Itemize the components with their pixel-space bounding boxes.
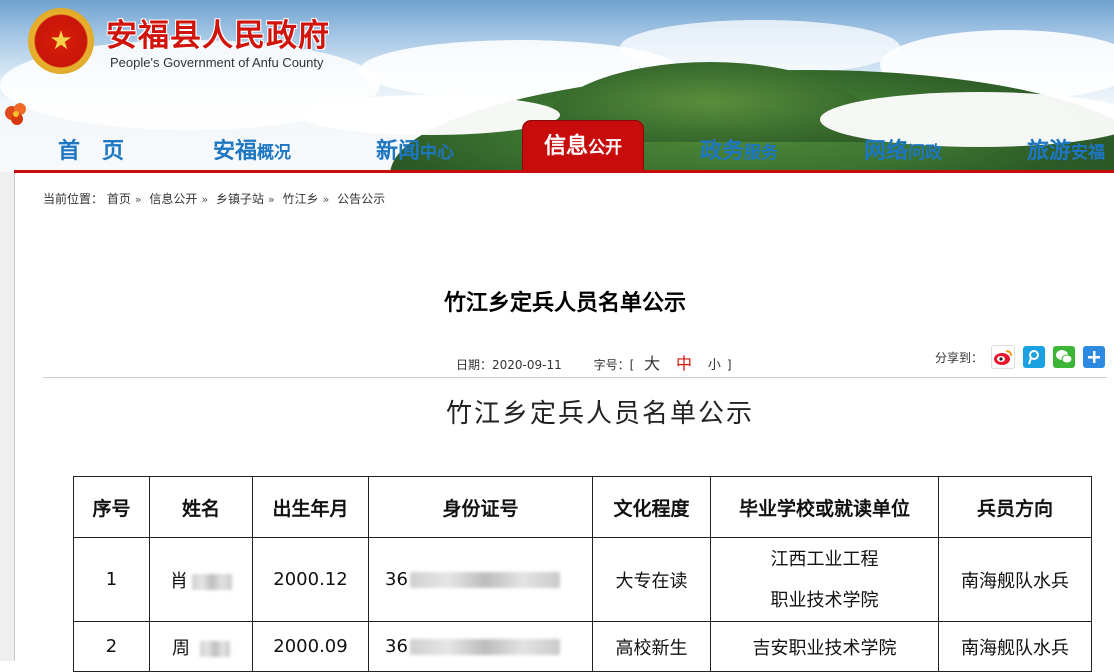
id-cell: 36 xyxy=(368,621,593,672)
breadcrumb-label: 当前位置： xyxy=(43,192,104,206)
redacted-id xyxy=(409,572,560,588)
publish-date: 2020-09-11 xyxy=(492,358,562,372)
roster-table: 序号 姓名 出生年月 身份证号 文化程度 毕业学校或就读单位 兵员方向 1 肖 … xyxy=(73,476,1092,672)
breadcrumb-home[interactable]: 首页 xyxy=(107,192,131,206)
article-title: 竹江乡定兵人员名单公示 xyxy=(443,291,686,316)
share-bar: 分享到： xyxy=(935,345,1106,369)
font-size-bracket-open: [ xyxy=(629,358,635,372)
nav-home[interactable]: 首 页 xyxy=(58,132,124,172)
tencent-weibo-icon[interactable] xyxy=(1023,346,1046,368)
nav-news-center[interactable]: 新闻中心 xyxy=(376,132,454,172)
name-cell: 肖 xyxy=(149,537,253,622)
font-size-bracket-close: ] xyxy=(726,358,732,372)
table-row: 2 周 2000.09 36 高校新生 吉安职业技术学院 南海舰队水兵 xyxy=(73,621,1092,672)
direction: 南海舰队水兵 xyxy=(938,537,1092,622)
row-number: 1 xyxy=(73,537,150,622)
share-label: 分享到： xyxy=(935,350,984,365)
table-row: 1 肖 2000.12 36 大专在读 江西工业工程 职业技术学院 南海舰队水兵 xyxy=(73,537,1092,622)
breadcrumb-separator: » xyxy=(201,193,209,206)
header-cell: 出生年月 xyxy=(252,476,369,538)
name-text: 周 xyxy=(172,637,190,659)
date-label: 日期： xyxy=(456,358,493,372)
redacted-name xyxy=(192,573,232,590)
id-prefix: 36 xyxy=(385,569,408,590)
name-text: 肖 xyxy=(170,570,188,592)
breadcrumb: 当前位置： 首页» 信息公开» 乡镇子站» 竹江乡» 公告公示 xyxy=(43,190,385,207)
id-prefix: 36 xyxy=(385,636,408,657)
header-cell: 姓名 xyxy=(149,476,253,538)
nav-about-anfu[interactable]: 安福概况 xyxy=(213,132,291,172)
more-share-icon[interactable] xyxy=(1083,346,1106,368)
redacted-id xyxy=(409,639,560,655)
font-size-medium-button[interactable]: 中 xyxy=(676,354,692,373)
breadcrumb-announcements[interactable]: 公告公示 xyxy=(337,192,385,206)
nav-online-inquiry[interactable]: 网络问政 xyxy=(864,132,942,172)
breadcrumb-info-disclosure[interactable]: 信息公开 xyxy=(149,192,197,206)
font-size-large-button[interactable]: 大 xyxy=(644,354,660,373)
left-margin xyxy=(0,172,14,661)
header-cell: 文化程度 xyxy=(592,476,711,538)
school-cell: 吉安职业技术学院 xyxy=(710,621,939,672)
breadcrumb-zhujiang[interactable]: 竹江乡 xyxy=(283,192,319,206)
birth-date: 2000.09 xyxy=(252,621,369,672)
school-line: 职业技术学院 xyxy=(770,589,879,611)
site-title: 安福县人民政府 xyxy=(106,18,330,54)
meta-divider xyxy=(43,377,1107,378)
header-cell: 序号 xyxy=(73,476,150,538)
nav-government-services[interactable]: 政务服务 xyxy=(700,132,778,172)
school-cell: 江西工业工程 职业技术学院 xyxy=(710,537,939,622)
document-title: 竹江乡定兵人员名单公示 xyxy=(445,399,754,429)
name-cell: 周 xyxy=(149,621,253,672)
font-size-label: 字号： xyxy=(593,358,630,372)
table-header-row: 序号 姓名 出生年月 身份证号 文化程度 毕业学校或就读单位 兵员方向 xyxy=(73,476,1092,538)
breadcrumb-township-sites[interactable]: 乡镇子站 xyxy=(216,192,264,206)
birth-date: 2000.12 xyxy=(252,537,369,622)
row-number: 2 xyxy=(73,621,150,672)
national-emblem-icon: ★ xyxy=(28,8,94,74)
main-nav: 首 页 安福概况 新闻中心 信息公开 政务服务 网络问政 旅游安福 xyxy=(0,120,1114,172)
font-size-small-button[interactable]: 小 xyxy=(708,358,721,373)
site-header: ★ 安福县人民政府 People's Government of Anfu Co… xyxy=(0,0,1114,172)
header-cell: 兵员方向 xyxy=(938,476,1092,538)
breadcrumb-separator: » xyxy=(322,193,330,206)
wechat-icon[interactable] xyxy=(1053,346,1076,368)
education: 高校新生 xyxy=(592,621,711,672)
weibo-icon[interactable] xyxy=(991,345,1016,369)
header-cell: 身份证号 xyxy=(368,476,593,538)
breadcrumb-separator: » xyxy=(268,193,275,206)
site-subtitle: People's Government of Anfu County xyxy=(110,55,324,70)
article-container: 当前位置： 首页» 信息公开» 乡镇子站» 竹江乡» 公告公示 竹江乡定兵人员名… xyxy=(14,173,1114,672)
id-cell: 36 xyxy=(368,537,593,622)
nav-info-disclosure[interactable]: 信息公开 xyxy=(522,120,644,172)
header-cell: 毕业学校或就读单位 xyxy=(710,476,939,538)
article-meta: 日期：2020-09-11 字号：[ 大 中 小] xyxy=(456,350,732,374)
redacted-name xyxy=(200,640,230,657)
breadcrumb-separator: » xyxy=(134,193,142,206)
nav-tourism[interactable]: 旅游安福 xyxy=(1027,132,1105,172)
school-line: 江西工业工程 xyxy=(770,548,879,570)
direction: 南海舰队水兵 xyxy=(938,621,1092,672)
education: 大专在读 xyxy=(592,537,711,622)
